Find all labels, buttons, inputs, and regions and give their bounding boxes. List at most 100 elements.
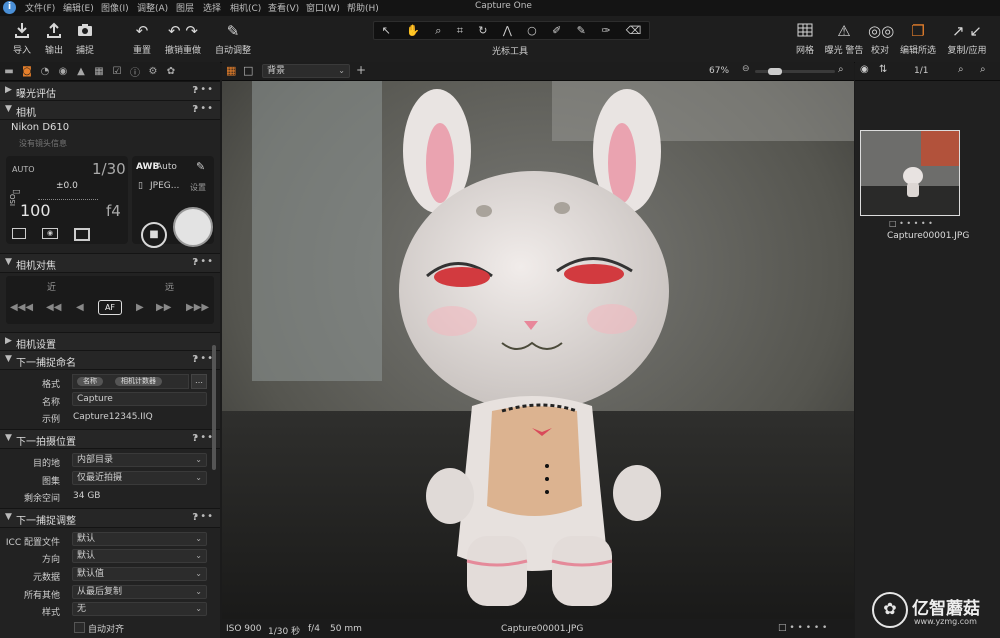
exposure-mode[interactable]: AUTO bbox=[12, 165, 35, 174]
camera-header[interactable]: ▼ 相机 ? ••• bbox=[0, 100, 220, 120]
name-field[interactable]: Capture bbox=[72, 392, 207, 406]
thumb-rating-icon[interactable]: □ • • • • • bbox=[889, 219, 933, 228]
image-viewer[interactable] bbox=[222, 81, 854, 619]
exposure-tab-icon[interactable]: ▲ bbox=[72, 66, 90, 77]
format-token-field[interactable]: 名称 相机计数器 bbox=[72, 374, 189, 389]
brush-icon[interactable]: ✎ bbox=[577, 24, 586, 37]
token-name[interactable]: 名称 bbox=[77, 377, 103, 386]
format-more-button[interactable]: … bbox=[191, 374, 207, 389]
capture-tab-icon[interactable]: ◙ bbox=[18, 66, 36, 77]
single-view-icon[interactable]: □ bbox=[243, 64, 253, 77]
shutter-speed[interactable]: 1/30 bbox=[92, 160, 126, 178]
rating-box-icon[interactable]: □ • • • • • bbox=[778, 623, 827, 633]
view-toggle-icon[interactable]: ◉ bbox=[860, 64, 869, 75]
menu-edit[interactable]: 编辑(E) bbox=[63, 1, 94, 14]
output-tab-icon[interactable]: ⚙ bbox=[144, 66, 162, 77]
crop-icon[interactable]: ⌗ bbox=[457, 24, 463, 38]
zoom-slider[interactable] bbox=[755, 68, 835, 75]
next-capture-location-header[interactable]: ▼ 下一拍摄位置 ? ••• bbox=[0, 429, 220, 449]
menu-image[interactable]: 图像(I) bbox=[101, 1, 129, 14]
background-dropdown[interactable]: 背景 ⌄ bbox=[262, 64, 350, 78]
exposure-warning-button[interactable]: ⚠ 曝光 警告 bbox=[823, 22, 865, 56]
others-dropdown[interactable]: 从最后复制 ⌄ bbox=[72, 585, 207, 599]
metadata-dropdown[interactable]: 默认值 ⌄ bbox=[72, 567, 207, 581]
zoom-level[interactable]: 67% bbox=[709, 66, 729, 76]
more-icon[interactable]: ••• bbox=[193, 353, 214, 364]
more-icon[interactable]: ••• bbox=[193, 84, 214, 95]
menu-layers[interactable]: 图层 bbox=[176, 1, 194, 14]
rotate-icon[interactable]: ↻ bbox=[478, 24, 487, 37]
menu-adjust[interactable]: 调整(A) bbox=[137, 1, 168, 14]
details-tab-icon[interactable]: ▦ bbox=[90, 66, 108, 77]
menu-select[interactable]: 选择 bbox=[203, 1, 221, 14]
album-dropdown[interactable]: 仅最近拍摄 ⌄ bbox=[72, 471, 207, 485]
auto-adjust-button[interactable]: ✎ 自动调整 bbox=[213, 22, 253, 56]
live-view-button[interactable]: ■ bbox=[141, 222, 167, 248]
menu-camera[interactable]: 相机(C) bbox=[230, 1, 261, 14]
token-counter[interactable]: 相机计数器 bbox=[115, 377, 162, 386]
destination-dropdown[interactable]: 内部目录 ⌄ bbox=[72, 453, 207, 467]
metering-spot-icon[interactable] bbox=[12, 228, 26, 239]
edit-selected-button[interactable]: ❐ 编辑所选 bbox=[898, 22, 938, 56]
file-format[interactable]: JPEG... bbox=[150, 181, 179, 191]
camera-model[interactable]: Nikon D610 bbox=[11, 122, 69, 133]
pipette-icon[interactable]: ✎ bbox=[196, 160, 205, 173]
focus-far-large-icon[interactable]: ▶▶▶ bbox=[186, 302, 209, 313]
more-icon[interactable]: ••• bbox=[193, 432, 214, 443]
focus-near-large-icon[interactable]: ◀◀◀ bbox=[10, 302, 33, 313]
picker-icon[interactable]: ✐ bbox=[552, 24, 561, 37]
pan-hand-icon[interactable]: ✋ bbox=[406, 24, 420, 37]
filter-icon[interactable]: ⌕ bbox=[980, 64, 986, 75]
next-capture-adjust-header[interactable]: ▼ 下一捕捉调整 ? ••• bbox=[0, 508, 220, 528]
menu-help[interactable]: 帮助(H) bbox=[347, 1, 379, 14]
grid-view-icon[interactable]: ▦ bbox=[226, 64, 236, 77]
next-capture-naming-header[interactable]: ▼ 下一捕捉命名 ? ••• bbox=[0, 350, 220, 370]
focus-near-medium-icon[interactable]: ◀◀ bbox=[46, 302, 61, 313]
metering-matrix-icon[interactable]: ◉ bbox=[42, 228, 58, 239]
adjustments-tab-icon[interactable]: ☑ bbox=[108, 66, 126, 77]
thumbnail[interactable] bbox=[860, 130, 960, 216]
aperture-value[interactable]: f4 bbox=[106, 202, 121, 220]
shutter-release-button[interactable] bbox=[173, 207, 213, 247]
keystone-icon[interactable]: ⋀ bbox=[503, 24, 512, 37]
export-button[interactable]: 输出 bbox=[42, 22, 66, 56]
style-dropdown[interactable]: 无 ⌄ bbox=[72, 602, 207, 616]
camera-settings-header[interactable]: ▶ 相机设置 bbox=[0, 332, 220, 352]
menu-window[interactable]: 窗口(W) bbox=[306, 1, 340, 14]
eraser-icon[interactable]: ⌫ bbox=[626, 24, 642, 37]
lens-tab-icon[interactable]: ◔ bbox=[36, 66, 54, 77]
reset-button[interactable]: ↶ 重置 bbox=[131, 22, 153, 56]
focus-far-small-icon[interactable]: ▶ bbox=[136, 302, 144, 313]
color-tab-icon[interactable]: ◉ bbox=[54, 66, 72, 77]
copy-apply-button[interactable]: ↗ ↙ 复制/应用 bbox=[945, 22, 989, 56]
sort-icon[interactable]: ⇅ bbox=[879, 64, 887, 75]
icc-dropdown[interactable]: 默认 ⌄ bbox=[72, 532, 207, 546]
settings-label[interactable]: 设置 bbox=[190, 182, 206, 193]
autofocus-button[interactable]: AF bbox=[98, 300, 122, 315]
spot-removal-icon[interactable]: ○ bbox=[527, 24, 537, 37]
zoom-in-icon[interactable]: ⌕ bbox=[838, 64, 844, 75]
gradient-icon[interactable]: ✑ bbox=[601, 24, 610, 37]
zoom-out-icon[interactable]: ⊖ bbox=[742, 64, 750, 74]
orientation-dropdown[interactable]: 默认 ⌄ bbox=[72, 549, 207, 563]
proof-button[interactable]: ◎◎ 校对 bbox=[868, 22, 894, 56]
metadata-tab-icon[interactable]: ⓘ bbox=[126, 64, 144, 79]
menu-file[interactable]: 文件(F) bbox=[25, 1, 55, 14]
menu-view[interactable]: 查看(V) bbox=[268, 1, 299, 14]
focus-near-small-icon[interactable]: ◀ bbox=[76, 302, 84, 313]
zoom-loupe-icon[interactable]: ⌕ bbox=[435, 24, 441, 38]
library-tab-icon[interactable]: ▬ bbox=[0, 66, 18, 77]
grid-button[interactable]: 网格 bbox=[793, 22, 817, 56]
more-icon[interactable]: ••• bbox=[193, 256, 214, 267]
iso-value[interactable]: 100 bbox=[20, 201, 51, 220]
metering-center-icon[interactable] bbox=[74, 228, 90, 241]
import-button[interactable]: 导入 bbox=[10, 22, 34, 56]
add-icon[interactable]: + bbox=[356, 63, 366, 77]
left-panel-scrollbar[interactable] bbox=[212, 345, 216, 470]
more-icon[interactable]: ••• bbox=[193, 511, 214, 522]
camera-focus-header[interactable]: ▼ 相机对焦 ? ••• bbox=[0, 253, 220, 273]
more-icon[interactable]: ••• bbox=[193, 103, 214, 114]
select-cursor-icon[interactable]: ↖ bbox=[382, 24, 391, 37]
undo-redo-button[interactable]: ↶ ↷ 撤销重做 bbox=[163, 22, 203, 56]
auto-align-checkbox[interactable] bbox=[74, 622, 85, 633]
